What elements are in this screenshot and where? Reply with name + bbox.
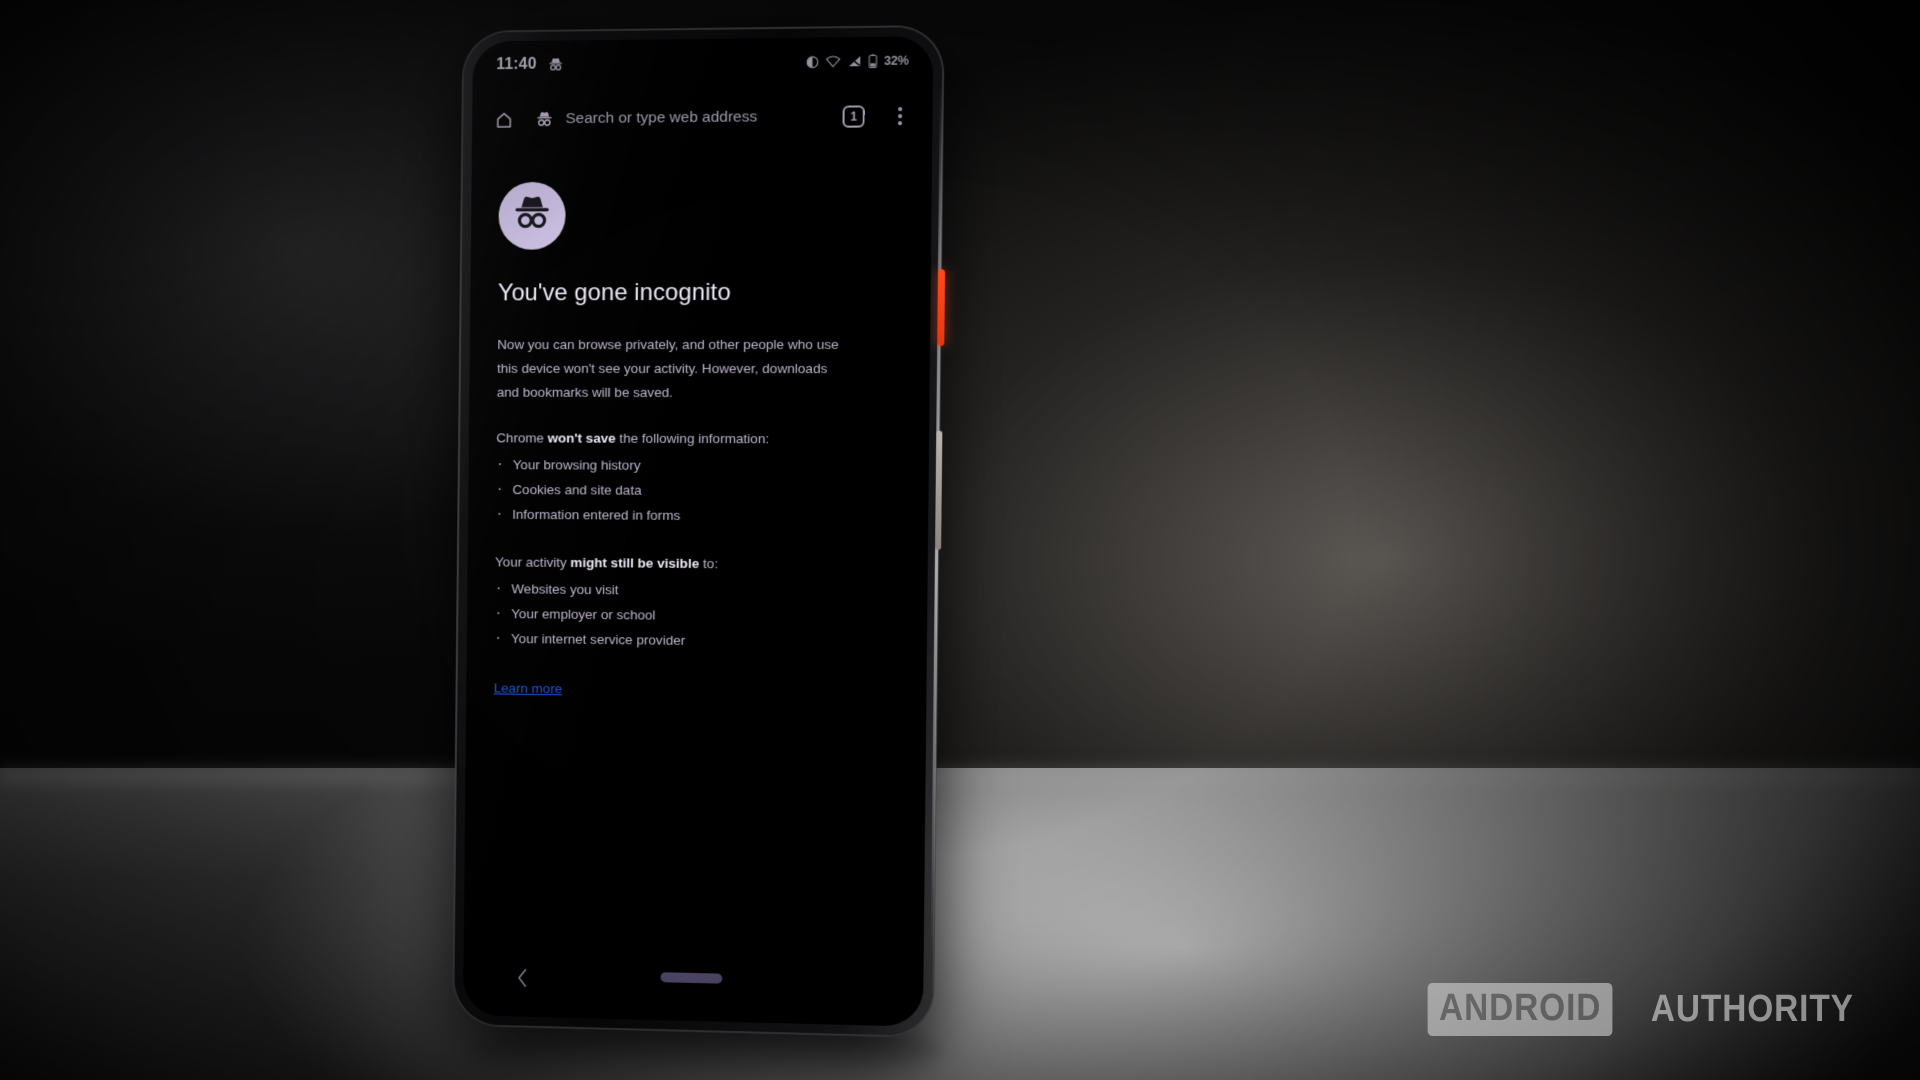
phone-screen: 11:40 32% Search or type web address 1 Y…	[463, 36, 933, 1027]
visible-to-list: Websites you visit Your employer or scho…	[494, 576, 899, 655]
list-item: Information entered in forms	[495, 502, 900, 529]
wont-save-lead: Chrome won't save the following informat…	[496, 426, 901, 451]
power-button[interactable]	[937, 269, 945, 346]
incognito-icon	[535, 111, 554, 128]
more-vertical-icon	[898, 107, 902, 125]
lead-bold: might still be visible	[570, 555, 699, 571]
intro-paragraph: Now you can browse privately, and other …	[497, 333, 848, 405]
lead-prefix: Your activity	[495, 554, 570, 570]
watermark-boxed-word: ANDROID	[1428, 983, 1613, 1036]
watermark-plain-word: AUTHORITY	[1651, 988, 1854, 1031]
tab-count-label: 1	[842, 105, 864, 127]
chevron-left-icon	[516, 967, 529, 989]
smartphone-device: 11:40 32% Search or type web address 1 Y…	[454, 27, 943, 1036]
lead-prefix: Chrome	[496, 430, 547, 445]
back-button[interactable]	[516, 967, 529, 989]
status-bar-right: 32%	[805, 54, 908, 69]
lead-suffix: the following information:	[616, 431, 770, 446]
location-icon	[805, 55, 818, 68]
tab-switcher-button[interactable]: 1	[835, 98, 872, 135]
wont-save-list: Your browsing history Cookies and site d…	[495, 452, 900, 529]
list-item: Websites you visit	[495, 576, 900, 605]
incognito-page-content: You've gone incognito Now you can browse…	[463, 155, 932, 1027]
incognito-icon	[547, 57, 564, 72]
avatar	[498, 182, 566, 250]
battery-percent: 32%	[884, 54, 909, 68]
lead-suffix: to:	[699, 556, 718, 571]
battery-icon	[868, 54, 877, 68]
omnibox[interactable]: Search or type web address	[531, 108, 826, 129]
omnibox-placeholder: Search or type web address	[565, 108, 757, 128]
learn-more-link[interactable]: Learn more	[494, 680, 563, 696]
list-item: Your browsing history	[496, 452, 901, 479]
page-title: You've gone incognito	[498, 278, 903, 307]
list-item: Cookies and site data	[496, 477, 901, 504]
home-button[interactable]	[486, 102, 522, 138]
volume-rocker[interactable]	[935, 431, 942, 550]
android-nav-bar	[463, 938, 924, 1027]
incognito-avatar-icon	[511, 194, 553, 237]
wifi-icon	[826, 55, 840, 67]
watermark: ANDROID AUTHORITY	[1415, 983, 1868, 1036]
status-time: 11:40	[496, 56, 537, 74]
status-bar-left: 11:40	[496, 55, 564, 74]
home-icon	[494, 110, 513, 129]
status-bar: 11:40 32%	[473, 36, 934, 89]
visible-to-lead: Your activity might still be visible to:	[495, 550, 900, 577]
menu-button[interactable]	[882, 98, 919, 135]
lead-bold: won't save	[548, 431, 616, 446]
signal-icon	[847, 55, 861, 67]
home-gesture-pill[interactable]	[660, 972, 722, 983]
browser-toolbar: Search or type web address 1	[472, 85, 933, 151]
list-item: Your internet service provider	[494, 626, 899, 655]
scene: 11:40 32% Search or type web address 1 Y…	[0, 0, 1920, 1080]
